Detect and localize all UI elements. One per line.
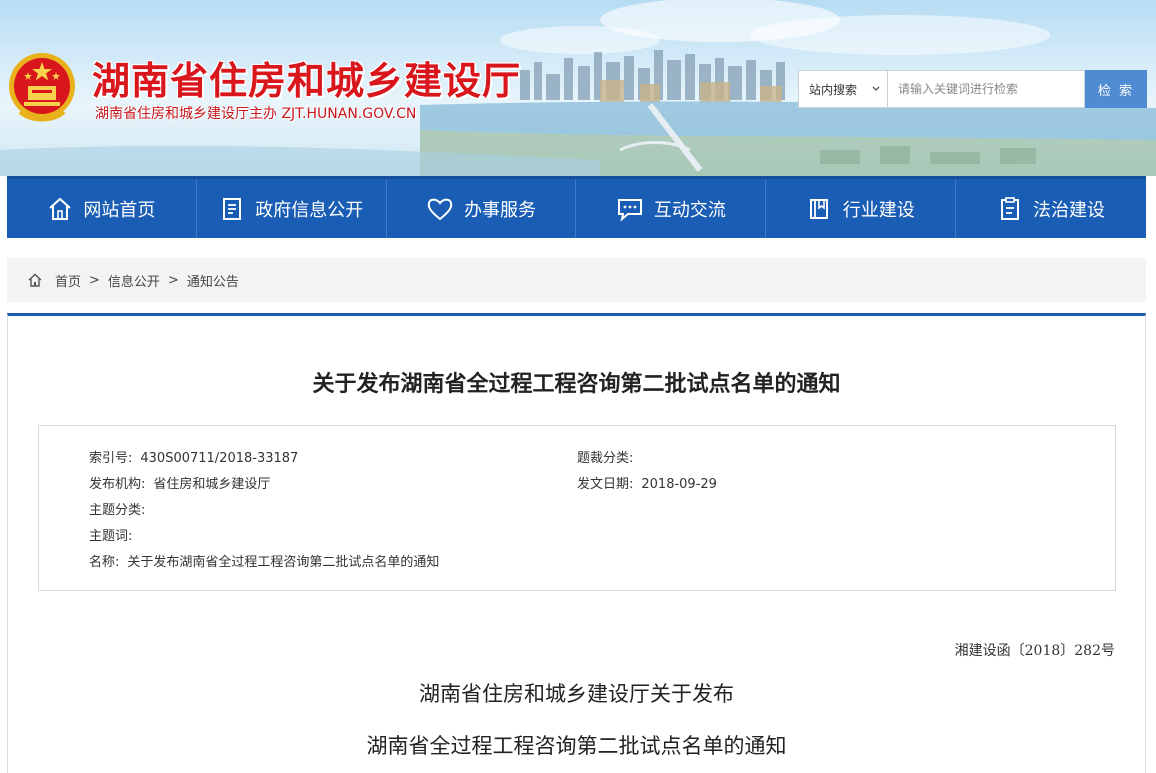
nav-item-label: 办事服务	[464, 199, 537, 221]
nav-item-label: 行业建设	[842, 199, 915, 221]
clipboard-icon	[1001, 196, 1020, 220]
home-icon	[28, 273, 42, 287]
meta-topic: 主题分类:	[89, 503, 146, 518]
meta-keywords: 主题词:	[89, 529, 133, 544]
site-header: 湖南省住房和城乡建设厅 湖南省住房和城乡建设厅主办 ZJT.HUNAN.GOV.…	[0, 0, 1156, 176]
meta-genre: 题裁分类:	[577, 451, 634, 466]
breadcrumb-info-link[interactable]: 信息公开	[108, 271, 160, 290]
document-heading-line-1: 湖南省住房和城乡建设厅关于发布	[419, 682, 734, 706]
breadcrumb-notice-link[interactable]: 通知公告	[187, 271, 239, 290]
nav-item-label: 互动交流	[653, 199, 726, 221]
document-heading-line-2: 湖南省全过程工程咨询第二批试点名单的通知	[366, 734, 787, 758]
article-meta-box: 索引号: 430S00711/2018-33187 题裁分类: 发布机构: 省住房和…	[38, 425, 1116, 591]
site-subtitle: 湖南省住房和城乡建设厅主办 ZJT.HUNAN.GOV.CN	[95, 106, 417, 122]
article-content: 关于发布湖南省全过程工程咨询第二批试点名单的通知 索引号: 430S00711/2…	[7, 313, 1146, 773]
nav-item-industry[interactable]: 行业建设	[766, 179, 957, 238]
nav-item-services[interactable]: 办事服务	[387, 179, 577, 238]
breadcrumb-separator: >	[89, 272, 100, 288]
nav-item-gov-info[interactable]: 政府信息公开	[197, 179, 387, 238]
search-button[interactable]: 检 索	[1085, 70, 1147, 108]
breadcrumb: 首页 > 信息公开 > 通知公告	[7, 258, 1146, 302]
chat-icon	[617, 198, 642, 222]
nav-item-home[interactable]: 网站首页	[7, 179, 197, 238]
meta-name: 名称: 关于发布湖南省全过程工程咨询第二批试点名单的通知	[89, 555, 440, 570]
article-title: 关于发布湖南省全过程工程咨询第二批试点名单的通知	[312, 372, 841, 397]
meta-date: 发文日期: 2018-09-29	[577, 477, 717, 492]
chevron-down-icon	[872, 86, 880, 91]
nav-item-law[interactable]: 法治建设	[956, 179, 1146, 238]
nav-item-label: 政府信息公开	[255, 199, 364, 221]
book-icon	[809, 198, 828, 219]
document-icon	[223, 197, 242, 220]
home-icon	[49, 197, 72, 220]
search-scope-value: 站内搜索	[809, 82, 858, 97]
heart-icon	[427, 198, 453, 220]
main-nav: 网站首页 政府信息公开 办事服务 互动交流 行业建设 法治建设	[7, 176, 1146, 238]
breadcrumb-separator: >	[167, 272, 179, 288]
site-title: 湖南省住房和城乡建设厅	[92, 59, 522, 103]
meta-index: 索引号: 430S00711/2018-33187	[89, 451, 299, 466]
national-emblem-icon	[9, 53, 75, 122]
search-input[interactable]	[888, 70, 1085, 108]
breadcrumb-home-link[interactable]: 首页	[55, 271, 81, 290]
document-number: 湘建设函〔2018〕282号	[954, 643, 1115, 659]
search-scope-select[interactable]: 站内搜索	[798, 70, 888, 108]
meta-publisher: 发布机构: 省住房和城乡建设厅	[89, 477, 271, 492]
nav-item-label: 网站首页	[83, 199, 156, 221]
nav-item-interaction[interactable]: 互动交流	[576, 179, 767, 238]
search-bar: 站内搜索 检 索	[798, 70, 1147, 108]
nav-item-label: 法治建设	[1033, 199, 1106, 221]
